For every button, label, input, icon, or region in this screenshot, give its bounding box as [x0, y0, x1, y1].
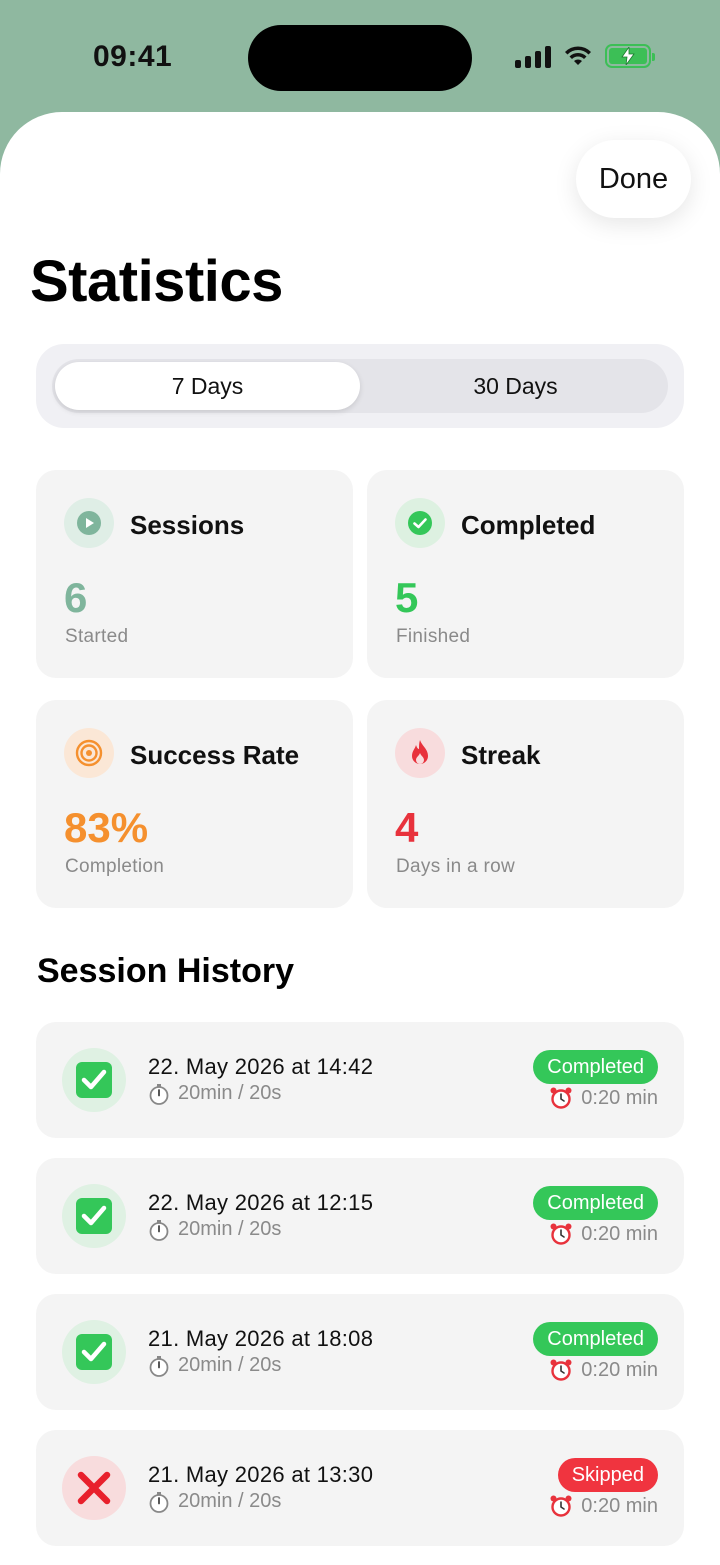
battery-charging-icon [605, 44, 655, 68]
cellular-signal-icon [515, 44, 551, 68]
session-duration: 20min / 20s [148, 1354, 281, 1377]
session-time: 0:20 min [549, 1222, 658, 1246]
stat-value: 83% [64, 804, 149, 851]
session-time: 0:20 min [549, 1358, 658, 1382]
history-row[interactable]: 21. May 2026 at 18:08 20min / 20s Comple… [36, 1294, 684, 1410]
cross-mark-icon [62, 1456, 126, 1520]
dynamic-island [248, 25, 472, 91]
stat-card-success-rate: Success Rate 83% Completion [36, 700, 353, 908]
history-row[interactable]: 22. May 2026 at 14:42 20min / 20s Comple… [36, 1022, 684, 1138]
segment-7-days[interactable]: 7 Days [55, 362, 360, 410]
segment-30-days[interactable]: 30 Days [363, 359, 668, 413]
alarm-clock-icon [550, 1495, 572, 1517]
alarm-clock-icon [550, 1223, 572, 1245]
history-row[interactable]: 22. May 2026 at 12:15 20min / 20s Comple… [36, 1158, 684, 1274]
play-icon [64, 498, 114, 548]
range-segmented-control: 7 Days 30 Days [36, 344, 684, 428]
status-icons [515, 44, 655, 68]
wifi-icon [565, 46, 591, 65]
status-badge: Skipped [557, 1458, 658, 1492]
history-row[interactable]: 21. May 2026 at 13:30 20min / 20s Skippe… [36, 1430, 684, 1546]
session-history-title: Session History [37, 952, 294, 990]
alarm-clock-icon [550, 1359, 572, 1381]
session-date: 21. May 2026 at 18:08 [148, 1326, 374, 1351]
checkmark-box-icon [62, 1048, 126, 1112]
stat-card-sessions: Sessions 6 Started [36, 470, 353, 678]
stat-title: Streak [461, 740, 541, 770]
stat-title: Success Rate [130, 740, 300, 770]
status-time: 09:41 [93, 40, 173, 73]
stat-value: 4 [395, 804, 419, 851]
stopwatch-icon [149, 1355, 169, 1377]
checkmark-box-icon [62, 1320, 126, 1384]
stat-value: 6 [64, 574, 88, 621]
stat-card-completed: Completed 5 Finished [367, 470, 684, 678]
check-circle-icon [395, 498, 445, 548]
status-badge: Completed [533, 1186, 658, 1220]
stat-subtitle: Finished [396, 626, 471, 647]
target-icon [64, 728, 114, 778]
statistics-sheet: Done Statistics 7 Days 30 Days Sessions … [0, 112, 720, 1565]
status-badge: Completed [533, 1322, 658, 1356]
checkmark-box-icon [62, 1184, 126, 1248]
stat-title: Completed [461, 510, 596, 540]
stat-title: Sessions [130, 510, 245, 540]
session-date: 21. May 2026 at 13:30 [148, 1462, 374, 1487]
flame-icon [395, 728, 445, 778]
session-duration: 20min / 20s [148, 1082, 281, 1105]
session-date: 22. May 2026 at 12:15 [148, 1190, 374, 1215]
stat-card-streak: Streak 4 Days in a row [367, 700, 684, 908]
stat-value: 5 [395, 574, 419, 621]
done-button[interactable]: Done [576, 140, 691, 218]
alarm-clock-icon [550, 1087, 572, 1109]
session-date: 22. May 2026 at 14:42 [148, 1054, 374, 1079]
status-badge: Completed [533, 1050, 658, 1084]
session-time: 0:20 min [549, 1494, 658, 1518]
session-duration: 20min / 20s [148, 1218, 281, 1241]
stopwatch-icon [149, 1219, 169, 1241]
session-duration: 20min / 20s [148, 1490, 281, 1513]
stat-subtitle: Completion [65, 856, 165, 877]
page-title: Statistics [30, 249, 283, 314]
stat-subtitle: Started [65, 626, 129, 647]
session-time: 0:20 min [549, 1086, 658, 1110]
stopwatch-icon [149, 1083, 169, 1105]
stat-subtitle: Days in a row [396, 856, 515, 877]
stopwatch-icon [149, 1491, 169, 1513]
